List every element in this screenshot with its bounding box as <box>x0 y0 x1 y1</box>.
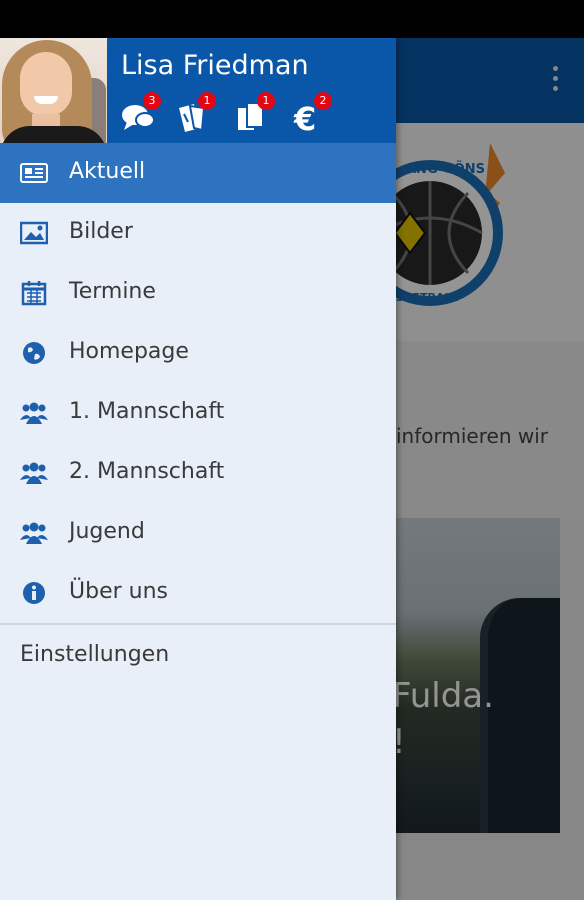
menu-item-label: Bilder <box>69 219 133 244</box>
menu-item-label: Termine <box>69 279 156 304</box>
info-icon <box>23 582 45 604</box>
menu-item-ueber-uns[interactable]: Über uns <box>0 563 396 623</box>
menu-item-homepage[interactable]: Homepage <box>0 323 396 383</box>
documents-stat[interactable]: 1 <box>235 92 275 138</box>
menu-item-label: Homepage <box>69 339 189 364</box>
team-icon <box>20 522 48 544</box>
menu-item-label: 1. Mannschaft <box>69 399 225 424</box>
menu-item-label: Jugend <box>69 519 145 544</box>
news-icon <box>20 163 48 183</box>
user-name: Lisa Friedman <box>121 50 309 81</box>
menu-item-label: 2. Mannschaft <box>69 459 225 484</box>
drawer-menu: Aktuell Bilder Termine Homepage 1. Manns… <box>0 143 396 691</box>
menu-item-label: Über uns <box>69 579 168 604</box>
menu-item-label: Aktuell <box>69 159 146 184</box>
profile-header[interactable]: Lisa Friedman 3 1 1 € 2 <box>0 38 396 143</box>
messages-stat[interactable]: 3 <box>121 92 161 138</box>
status-bar <box>0 0 584 38</box>
navigation-drawer: Lisa Friedman 3 1 1 € 2 Aktuell Bilder T… <box>0 38 396 900</box>
menu-item-1-mannschaft[interactable]: 1. Mannschaft <box>0 383 396 443</box>
payments-stat[interactable]: € 2 <box>292 92 332 138</box>
menu-item-einstellungen[interactable]: Einstellungen <box>0 625 396 691</box>
tickets-stat[interactable]: 1 <box>176 92 216 138</box>
team-icon <box>20 402 48 424</box>
messages-badge: 3 <box>143 92 161 110</box>
calendar-icon <box>21 281 47 306</box>
avatar[interactable] <box>0 38 107 143</box>
documents-badge: 1 <box>257 92 275 110</box>
team-icon <box>20 462 48 484</box>
menu-item-jugend[interactable]: Jugend <box>0 503 396 563</box>
menu-item-termine[interactable]: Termine <box>0 263 396 323</box>
menu-item-2-mannschaft[interactable]: 2. Mannschaft <box>0 443 396 503</box>
globe-icon <box>23 342 45 364</box>
menu-item-bilder[interactable]: Bilder <box>0 203 396 263</box>
menu-item-aktuell[interactable]: Aktuell <box>0 143 396 203</box>
svg-text:€: € <box>293 100 316 134</box>
image-icon <box>20 221 48 245</box>
payments-badge: 2 <box>314 92 332 110</box>
tickets-badge: 1 <box>198 92 216 110</box>
settings-label: Einstellungen <box>20 642 170 667</box>
